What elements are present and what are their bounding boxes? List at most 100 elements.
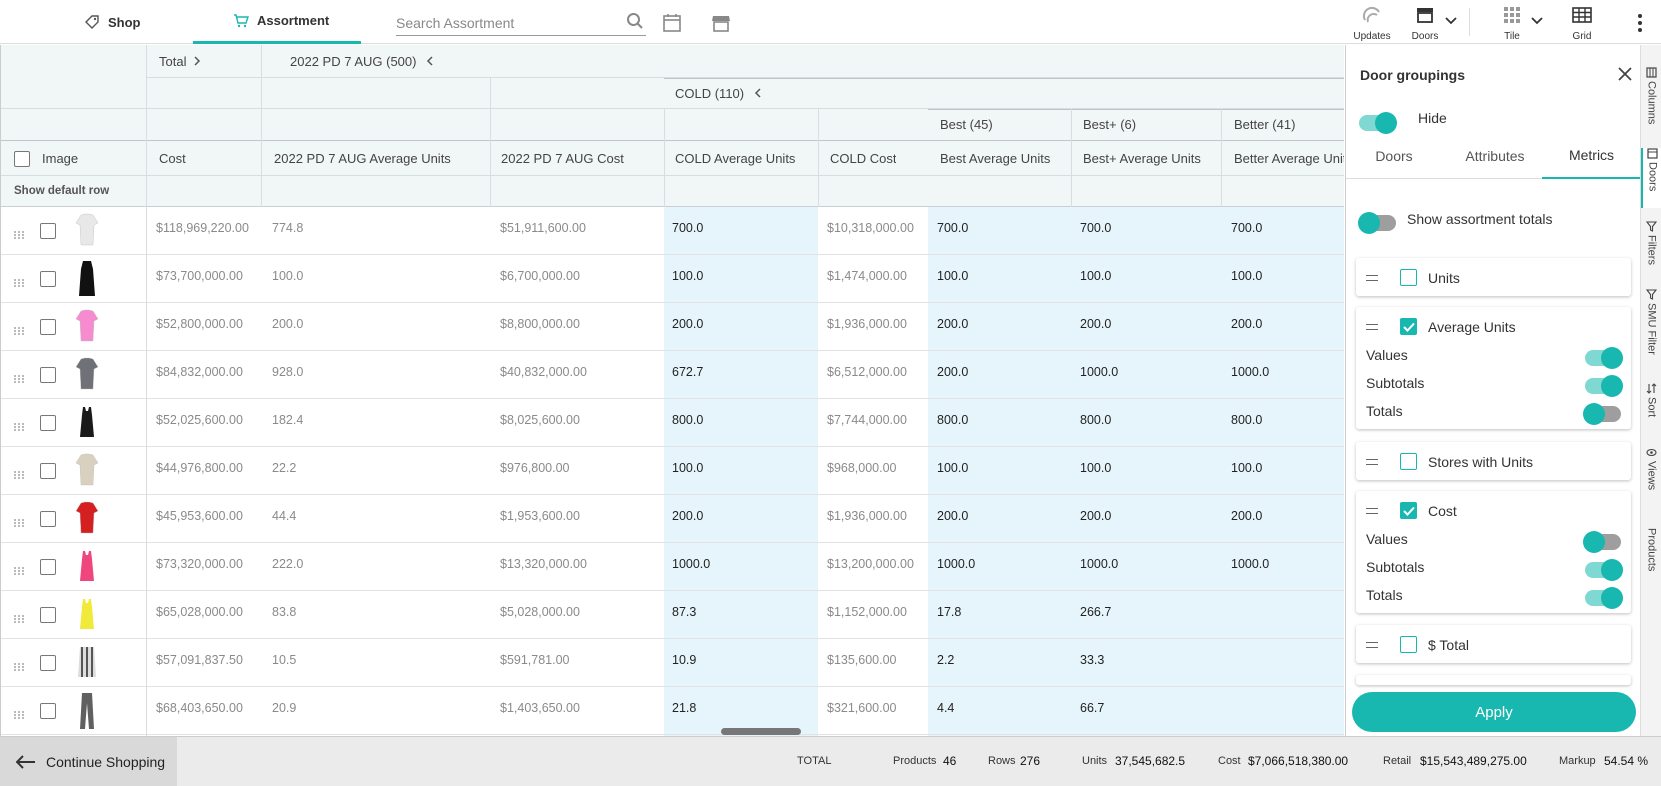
tile-button[interactable]: Tile	[1498, 4, 1526, 42]
cost-values-toggle[interactable]	[1583, 531, 1621, 553]
calendar-icon[interactable]	[661, 12, 683, 34]
show-default-row[interactable]: Show default row	[14, 176, 109, 206]
bestplus-group-header[interactable]: Best+ (6)	[1083, 109, 1136, 140]
grid-button[interactable]: Grid	[1568, 4, 1596, 42]
avg-units-totals-toggle[interactable]	[1583, 403, 1621, 425]
continue-shopping-button[interactable]: Continue Shopping	[0, 737, 177, 786]
apply-button[interactable]: Apply	[1352, 692, 1636, 732]
drag-handle-icon[interactable]	[13, 371, 25, 383]
show-assortment-totals-toggle[interactable]	[1358, 212, 1396, 234]
drag-handle-icon[interactable]	[13, 515, 25, 527]
search-icon[interactable]	[626, 12, 646, 33]
table-row[interactable]: $44,976,800.00 22.2 $976,800.00 100.0 $968,0…	[1, 447, 1344, 495]
product-image[interactable]	[71, 691, 103, 731]
store-icon[interactable]	[710, 12, 732, 34]
product-image[interactable]	[71, 595, 103, 635]
select-all-checkbox[interactable]	[14, 151, 30, 167]
tab-metrics[interactable]: Metrics	[1542, 133, 1641, 179]
table-row[interactable]: $73,320,000.00 222.0 $13,320,000.00 1000.0 $…	[1, 543, 1344, 591]
drag-handle-icon[interactable]	[13, 227, 25, 239]
metric-stores-checkbox[interactable]	[1400, 453, 1417, 470]
metric-units-checkbox[interactable]	[1400, 269, 1417, 286]
search-input[interactable]: Search Assortment	[396, 10, 646, 36]
product-image[interactable]	[71, 451, 103, 491]
product-image[interactable]	[71, 403, 103, 443]
col-bestplus-avg-units[interactable]: Best+ Average Units	[1083, 141, 1201, 175]
chevron-down-icon[interactable]	[1440, 10, 1462, 32]
table-row[interactable]: $84,832,000.00 928.0 $40,832,000.00 672.7 $6…	[1, 351, 1344, 399]
drag-handle-icon[interactable]	[13, 611, 25, 623]
doors-button[interactable]: Doors	[1410, 4, 1440, 42]
updates-button[interactable]: Updates	[1352, 4, 1392, 42]
side-tab-filters[interactable]: Filters	[1641, 221, 1661, 281]
better-group-header[interactable]: Better (41)	[1234, 109, 1295, 140]
tab-shop[interactable]: Shop	[84, 0, 141, 44]
drag-handle-icon[interactable]	[13, 467, 25, 479]
drag-handle-icon[interactable]	[1366, 642, 1378, 648]
col-cost[interactable]: Cost	[159, 141, 186, 175]
side-tab-sort[interactable]: Sort	[1641, 383, 1661, 433]
tab-doors[interactable]: Doors	[1346, 133, 1442, 179]
row-checkbox[interactable]	[40, 415, 56, 431]
metric-dollar-total-checkbox[interactable]	[1400, 636, 1417, 653]
product-image[interactable]	[71, 643, 103, 683]
product-image[interactable]	[71, 211, 103, 251]
row-checkbox[interactable]	[40, 319, 56, 335]
avg-units-values-toggle[interactable]	[1585, 347, 1623, 369]
drag-handle-icon[interactable]	[13, 275, 25, 287]
drag-handle-icon[interactable]	[13, 419, 25, 431]
side-tab-doors[interactable]: Doors	[1641, 148, 1661, 208]
close-icon[interactable]	[1616, 65, 1634, 83]
table-row[interactable]: $68,403,650.00 20.9 $1,403,650.00 21.8 $321,…	[1, 687, 1344, 735]
row-checkbox[interactable]	[40, 607, 56, 623]
drag-handle-icon[interactable]	[13, 563, 25, 575]
row-checkbox[interactable]	[40, 703, 56, 719]
period-group-header[interactable]: 2022 PD 7 AUG (500)	[290, 45, 433, 77]
best-group-header[interactable]: Best (45)	[940, 109, 993, 140]
horizontal-scrollbar[interactable]	[721, 728, 801, 735]
row-checkbox[interactable]	[40, 271, 56, 287]
chevron-down-icon[interactable]	[1526, 10, 1548, 32]
product-image[interactable]	[71, 259, 103, 299]
product-image[interactable]	[71, 355, 103, 395]
hide-toggle[interactable]	[1359, 112, 1397, 134]
product-image[interactable]	[71, 499, 103, 539]
table-row[interactable]: $45,953,600.00 44.4 $1,953,600.00 200.0 $1,9…	[1, 495, 1344, 543]
table-row[interactable]: $52,025,600.00 182.4 $8,025,600.00 800.0 $7,…	[1, 399, 1344, 447]
col-cold-cost[interactable]: COLD Cost	[830, 141, 896, 175]
row-checkbox[interactable]	[40, 367, 56, 383]
tab-attributes[interactable]: Attributes	[1442, 133, 1548, 179]
product-image[interactable]	[71, 547, 103, 587]
cold-group-header[interactable]: COLD (110)	[675, 78, 761, 108]
side-tab-products[interactable]: Products	[1641, 525, 1661, 595]
drag-handle-icon[interactable]	[1366, 275, 1378, 281]
table-row[interactable]: $57,091,837.50 10.5 $591,781.00 10.9 $135,60…	[1, 639, 1344, 687]
avg-units-subtotals-toggle[interactable]	[1585, 375, 1623, 397]
side-tab-columns[interactable]: Columns	[1641, 67, 1661, 137]
row-checkbox[interactable]	[40, 223, 56, 239]
cost-totals-toggle[interactable]	[1585, 587, 1623, 609]
more-vertical-icon[interactable]	[1629, 12, 1651, 34]
table-row[interactable]: $73,700,000.00 100.0 $6,700,000.00 100.0 $1,…	[1, 255, 1344, 303]
tab-assortment[interactable]: Assortment	[193, 0, 361, 44]
metric-cost-checkbox[interactable]	[1400, 502, 1417, 519]
col-cold-avg-units[interactable]: COLD Average Units	[675, 141, 795, 175]
cost-subtotals-toggle[interactable]	[1585, 559, 1623, 581]
drag-handle-icon[interactable]	[13, 707, 25, 719]
row-checkbox[interactable]	[40, 655, 56, 671]
col-best-avg-units[interactable]: Best Average Units	[940, 141, 1050, 175]
row-checkbox[interactable]	[40, 511, 56, 527]
col-pd-avg-units[interactable]: 2022 PD 7 AUG Average Units	[274, 141, 451, 175]
table-row[interactable]: $65,028,000.00 83.8 $5,028,000.00 87.3 $1,15…	[1, 591, 1344, 639]
col-image[interactable]: Image	[42, 141, 78, 175]
total-group-header[interactable]: Total	[159, 45, 201, 77]
drag-handle-icon[interactable]	[1366, 324, 1378, 330]
drag-handle-icon[interactable]	[1366, 508, 1378, 514]
row-checkbox[interactable]	[40, 463, 56, 479]
col-better-avg-units[interactable]: Better Average Units	[1234, 141, 1344, 175]
side-tab-smu-filter[interactable]: SMU Filter	[1641, 289, 1661, 369]
col-pd-cost[interactable]: 2022 PD 7 AUG Cost	[501, 141, 624, 175]
table-row[interactable]: $118,969,220.00 774.8 $51,911,600.00 700.0 $…	[1, 207, 1344, 255]
metric-average-units-checkbox[interactable]	[1400, 318, 1417, 335]
product-image[interactable]	[71, 307, 103, 347]
